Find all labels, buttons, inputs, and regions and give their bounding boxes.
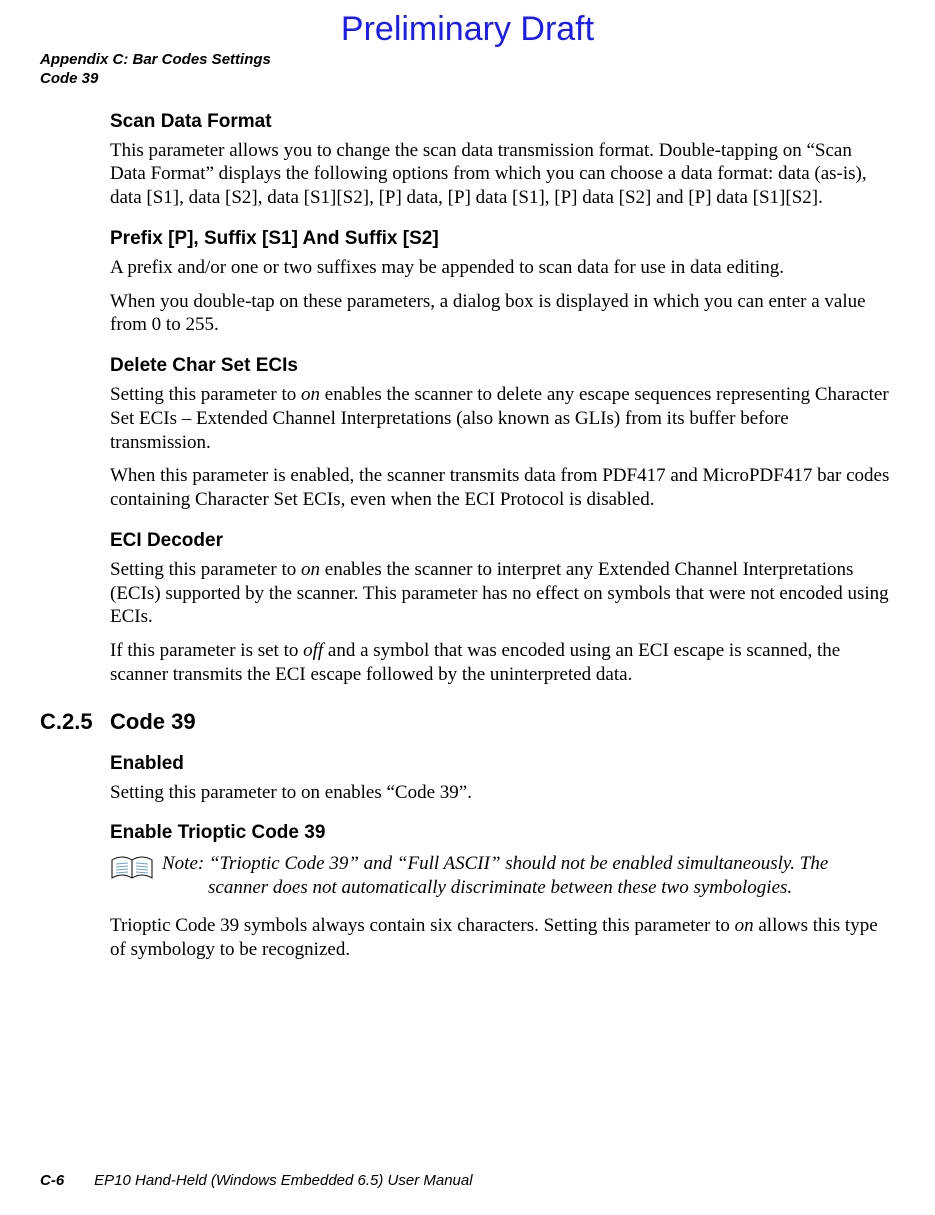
manual-title: EP10 Hand-Held (Windows Embedded 6.5) Us… bbox=[94, 1172, 472, 1189]
page-footer: C-6 EP10 Hand-Held (Windows Embedded 6.5… bbox=[40, 1172, 473, 1189]
heading-delete-ecis: Delete Char Set ECIs bbox=[110, 355, 890, 377]
open-book-icon bbox=[110, 854, 154, 884]
section-heading-row: C.2.5 Code 39 bbox=[40, 709, 890, 735]
para-scan-data-format-1: This parameter allows you to change the … bbox=[110, 139, 890, 210]
watermark-banner: Preliminary Draft bbox=[40, 10, 895, 49]
page: Preliminary Draft Appendix C: Bar Codes … bbox=[0, 0, 935, 1215]
header-line-2: Code 39 bbox=[40, 70, 895, 89]
heading-enabled: Enabled bbox=[110, 753, 890, 775]
italic-off: off bbox=[303, 640, 323, 661]
italic-on: on bbox=[301, 384, 320, 405]
para-prefix-suffix-2: When you double-tap on these parameters,… bbox=[110, 290, 890, 338]
heading-trioptic: Enable Trioptic Code 39 bbox=[110, 822, 890, 844]
note-label: Note: bbox=[162, 853, 204, 874]
body-content: Scan Data Format This parameter allows y… bbox=[110, 111, 890, 962]
section-title-code39: Code 39 bbox=[110, 709, 196, 735]
note-block: Note: “Trioptic Code 39” and “Full ASCII… bbox=[110, 852, 890, 900]
para-delete-ecis-1: Setting this parameter to on enables the… bbox=[110, 383, 890, 454]
text-segment: Setting this parameter to bbox=[110, 559, 301, 580]
text-segment: Setting this parameter to bbox=[110, 384, 301, 405]
para-trioptic-1: Trioptic Code 39 symbols always contain … bbox=[110, 914, 890, 962]
italic-on: on bbox=[301, 559, 320, 580]
para-enabled-1: Setting this parameter to on enables “Co… bbox=[110, 781, 890, 805]
running-header: Appendix C: Bar Codes Settings Code 39 bbox=[40, 51, 895, 89]
heading-prefix-suffix: Prefix [P], Suffix [S1] And Suffix [S2] bbox=[110, 228, 890, 250]
note-body-line-1: “Trioptic Code 39” and “Full ASCII” shou… bbox=[209, 853, 828, 874]
italic-on: on bbox=[735, 915, 754, 936]
para-eci-decoder-1: Setting this parameter to on enables the… bbox=[110, 558, 890, 629]
text-segment: If this parameter is set to bbox=[110, 640, 303, 661]
heading-eci-decoder: ECI Decoder bbox=[110, 530, 890, 552]
heading-scan-data-format: Scan Data Format bbox=[110, 111, 890, 133]
para-eci-decoder-2: If this parameter is set to off and a sy… bbox=[110, 639, 890, 687]
para-delete-ecis-2: When this parameter is enabled, the scan… bbox=[110, 464, 890, 512]
note-text: Note: “Trioptic Code 39” and “Full ASCII… bbox=[162, 852, 828, 900]
page-number: C-6 bbox=[40, 1172, 64, 1189]
para-prefix-suffix-1: A prefix and/or one or two suffixes may … bbox=[110, 256, 890, 280]
note-body-line-2: scanner does not automatically discrimin… bbox=[162, 876, 828, 900]
text-segment: Trioptic Code 39 symbols always contain … bbox=[110, 915, 735, 936]
header-line-1: Appendix C: Bar Codes Settings bbox=[40, 51, 895, 70]
section-number: C.2.5 bbox=[40, 709, 110, 735]
